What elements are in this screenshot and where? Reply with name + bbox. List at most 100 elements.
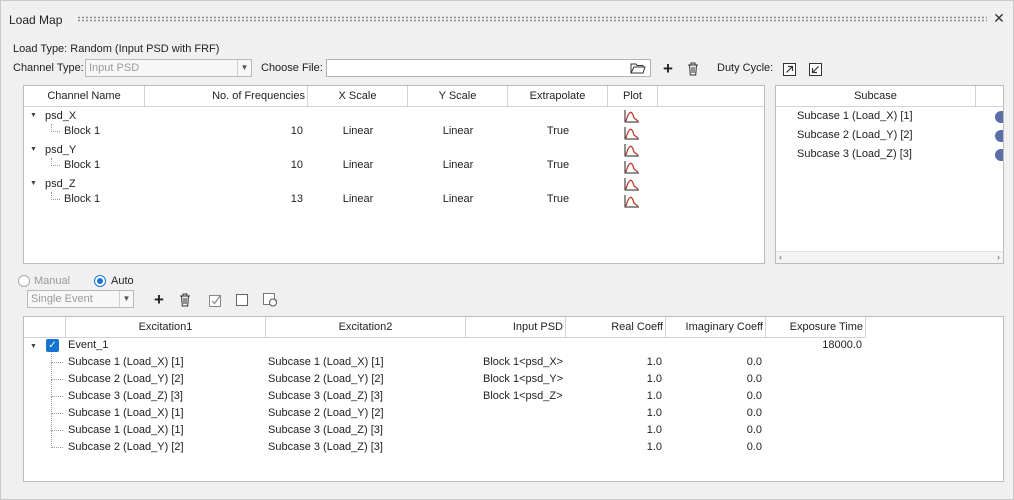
header-excitation2[interactable]: Excitation2: [266, 317, 466, 338]
drag-handle-icon[interactable]: [995, 111, 1003, 123]
duty-cycle-import-button[interactable]: [807, 61, 823, 77]
plot-icon[interactable]: [624, 177, 640, 191]
event-checkbox[interactable]: ✓: [46, 339, 59, 352]
channel-type-select[interactable]: Input PSD ▼: [85, 59, 252, 77]
real-coeff-cell[interactable]: 1.0: [566, 405, 662, 422]
block-y-scale: Linear: [442, 125, 474, 137]
collapse-icon[interactable]: ▼: [30, 180, 37, 187]
drag-handle-icon[interactable]: [995, 130, 1003, 142]
header-channel-name[interactable]: Channel Name: [24, 86, 145, 107]
imaginary-coeff-cell[interactable]: 0.0: [666, 439, 762, 456]
imaginary-coeff-cell[interactable]: 0.0: [666, 422, 762, 439]
delete-event-button[interactable]: [177, 292, 193, 308]
imaginary-coeff-cell[interactable]: 0.0: [666, 371, 762, 388]
excitation2-cell[interactable]: Subcase 2 (Load_Y) [2]: [268, 405, 384, 422]
choose-file-input[interactable]: [326, 59, 651, 77]
header-x-scale[interactable]: X Scale: [308, 86, 408, 107]
imaginary-coeff-cell[interactable]: 0.0: [666, 354, 762, 371]
uncheck-all-icon: [235, 293, 248, 306]
header-exposure-time[interactable]: Exposure Time: [766, 317, 866, 338]
block-name[interactable]: Block 1: [64, 157, 100, 174]
header-imaginary-coeff[interactable]: Imaginary Coeff: [666, 317, 766, 338]
excitation1-cell[interactable]: Subcase 1 (Load_X) [1]: [68, 422, 184, 439]
collapse-icon[interactable]: ▼: [30, 146, 37, 153]
scroll-right-icon[interactable]: ›: [997, 252, 1000, 262]
header-filler: [976, 86, 1003, 107]
plot-icon[interactable]: [624, 143, 640, 157]
excitation2-cell[interactable]: Subcase 1 (Load_X) [1]: [268, 354, 384, 371]
excitation2-cell[interactable]: Subcase 3 (Load_Z) [3]: [268, 422, 383, 439]
add-event-button[interactable]: +: [151, 290, 167, 309]
block-name[interactable]: Block 1: [64, 123, 100, 140]
block-frequencies: 10: [290, 125, 303, 137]
dialog-title: Load Map: [9, 13, 63, 27]
choose-file-label: Choose File:: [261, 62, 323, 74]
input-psd-cell[interactable]: Block 1<psd_Y>: [483, 371, 563, 388]
input-psd-cell[interactable]: Block 1<psd_X>: [483, 354, 563, 371]
real-coeff-cell[interactable]: 1.0: [566, 371, 662, 388]
plot-icon[interactable]: [624, 160, 640, 174]
manual-label[interactable]: Manual: [34, 275, 70, 287]
excitation1-cell[interactable]: Subcase 2 (Load_Y) [2]: [68, 371, 184, 388]
collapse-icon[interactable]: ▼: [30, 343, 37, 350]
header-frequencies[interactable]: No. of Frequencies: [145, 86, 308, 107]
title-bar[interactable]: Load Map ✕: [1, 1, 1013, 37]
collapse-icon[interactable]: ▼: [30, 112, 37, 119]
subcase-item[interactable]: Subcase 2 (Load_Y) [2]: [797, 127, 913, 144]
input-psd-cell[interactable]: Block 1<psd_Z>: [483, 388, 563, 405]
header-input-psd[interactable]: Input PSD: [466, 317, 566, 338]
tree-connector: [51, 380, 63, 397]
drag-handle-icon[interactable]: [995, 149, 1003, 161]
duty-cycle-export-button[interactable]: [781, 61, 797, 77]
refresh-button[interactable]: [262, 292, 278, 308]
horizontal-scrollbar[interactable]: ‹ ›: [776, 251, 1003, 263]
event-exposure[interactable]: 18000.0: [766, 337, 862, 354]
auto-label[interactable]: Auto: [111, 275, 134, 287]
subcase-item[interactable]: Subcase 1 (Load_X) [1]: [797, 108, 913, 125]
excitation1-cell[interactable]: Subcase 2 (Load_Y) [2]: [68, 439, 184, 456]
auto-radio[interactable]: [94, 275, 106, 287]
real-coeff-cell[interactable]: 1.0: [566, 439, 662, 456]
excitation1-cell[interactable]: Subcase 1 (Load_X) [1]: [68, 354, 184, 371]
excitation1-cell[interactable]: Subcase 1 (Load_X) [1]: [68, 405, 184, 422]
drag-grip[interactable]: [77, 16, 987, 22]
close-icon[interactable]: ✕: [992, 11, 1006, 25]
trash-icon: [180, 293, 190, 307]
block-x-scale: Linear: [342, 159, 374, 171]
scroll-left-icon[interactable]: ‹: [779, 252, 782, 262]
real-coeff-cell[interactable]: 1.0: [566, 422, 662, 439]
plot-icon[interactable]: [624, 194, 640, 208]
event-name[interactable]: Event_1: [68, 337, 108, 354]
header-excitation1[interactable]: Excitation1: [66, 317, 266, 338]
header-subcase[interactable]: Subcase: [776, 86, 976, 107]
header-y-scale[interactable]: Y Scale: [408, 86, 508, 107]
manual-radio[interactable]: [18, 275, 30, 287]
header-extrapolate[interactable]: Extrapolate: [508, 86, 608, 107]
plot-icon[interactable]: [624, 126, 640, 140]
uncheck-all-button[interactable]: [234, 292, 250, 308]
tree-connector: [51, 431, 63, 448]
imaginary-coeff-cell[interactable]: 0.0: [666, 405, 762, 422]
event-type-select[interactable]: Single Event ▼: [27, 290, 134, 308]
plot-icon[interactable]: [624, 109, 640, 123]
subcase-item[interactable]: Subcase 3 (Load_Z) [3]: [797, 146, 912, 163]
header-filler: [658, 86, 764, 107]
block-name[interactable]: Block 1: [64, 191, 100, 208]
block-x-scale: Linear: [342, 125, 374, 137]
excitation2-cell[interactable]: Subcase 2 (Load_Y) [2]: [268, 371, 384, 388]
excitation2-cell[interactable]: Subcase 3 (Load_Z) [3]: [268, 388, 383, 405]
imaginary-coeff-cell[interactable]: 0.0: [666, 388, 762, 405]
check-all-button[interactable]: [208, 292, 224, 308]
header-real-coeff[interactable]: Real Coeff: [566, 317, 666, 338]
excitation1-cell[interactable]: Subcase 3 (Load_Z) [3]: [68, 388, 183, 405]
excitation2-cell[interactable]: Subcase 3 (Load_Z) [3]: [268, 439, 383, 456]
folder-open-icon[interactable]: [630, 62, 646, 74]
tree-connector: [51, 397, 63, 414]
add-file-button[interactable]: +: [660, 59, 676, 78]
real-coeff-cell[interactable]: 1.0: [566, 388, 662, 405]
header-plot[interactable]: Plot: [608, 86, 658, 107]
delete-file-button[interactable]: [685, 61, 701, 77]
block-y-scale: Linear: [442, 159, 474, 171]
subcase-list: Subcase Subcase 1 (Load_X) [1] Subcase 2…: [775, 85, 1004, 264]
real-coeff-cell[interactable]: 1.0: [566, 354, 662, 371]
